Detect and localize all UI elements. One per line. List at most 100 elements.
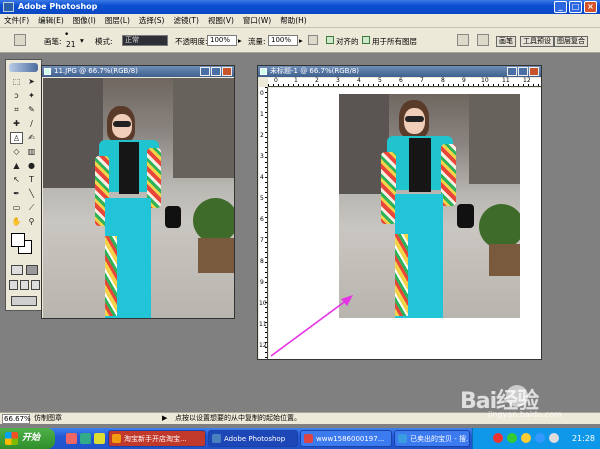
slice-tool-icon[interactable]: ✎ — [25, 104, 38, 116]
menu-layer[interactable]: 图层(L) — [105, 15, 130, 26]
quicklaunch-icon[interactable] — [66, 433, 77, 444]
pants-print — [395, 234, 408, 316]
ruler-v-label: 11 — [259, 321, 267, 328]
quick-mask-icon[interactable] — [26, 265, 38, 275]
tray-icon[interactable] — [535, 433, 545, 443]
flow-dropdown-icon[interactable]: ▸ — [299, 36, 303, 45]
blur-tool-icon[interactable]: ▲ — [10, 160, 23, 172]
dodge-tool-icon[interactable]: ● — [25, 160, 38, 172]
healing-brush-tool-icon[interactable]: ✚ — [10, 118, 23, 130]
crop-tool-icon[interactable]: ⌗ — [10, 104, 23, 116]
menu-image[interactable]: 图像(I) — [73, 15, 96, 26]
app-title-bar[interactable]: Adobe Photoshop _ □ × — [0, 0, 600, 14]
mode-select[interactable]: 正常 — [122, 35, 168, 46]
brush-dot-icon[interactable]: • — [64, 30, 69, 40]
status-arrow-icon[interactable]: ▶ — [162, 413, 167, 424]
windows-logo-icon — [5, 432, 18, 445]
gradient-tool-icon[interactable]: ▥ — [25, 146, 38, 158]
menu-help[interactable]: 帮助(H) — [280, 15, 307, 26]
foreground-color-swatch[interactable] — [11, 233, 25, 247]
quicklaunch-icon[interactable] — [94, 433, 105, 444]
horizontal-ruler[interactable]: 0 1 2 3 4 5 6 7 8 9 10 11 12 — [268, 78, 541, 87]
vertical-ruler[interactable]: 0 1 2 3 4 5 6 7 8 9 10 11 12 — [259, 87, 268, 359]
planter — [489, 244, 520, 276]
brush-size: 21 — [66, 40, 76, 49]
clock: 21:28 — [571, 434, 595, 443]
clone-stamp-preset-icon[interactable] — [14, 34, 26, 46]
close-button[interactable]: × — [584, 1, 597, 13]
screen-mode-standard-icon[interactable] — [9, 280, 18, 290]
tab-layer-comps[interactable]: 图层复合 — [554, 36, 588, 47]
source-photo-canvas[interactable] — [43, 78, 234, 318]
menu-view[interactable]: 视图(V) — [208, 15, 234, 26]
quicklaunch-icon[interactable] — [80, 433, 91, 444]
taskbar-item-browser[interactable]: www1586000197... — [300, 430, 392, 447]
taskbar-item-photoshop[interactable]: Adobe Photoshop — [208, 430, 298, 447]
taskbar-item-sold-items[interactable]: 已卖出的宝贝 - 搜... — [394, 430, 470, 447]
source-minimize-button[interactable] — [200, 67, 210, 76]
path-selection-tool-icon[interactable]: ↖ — [10, 174, 23, 186]
target-canvas[interactable] — [269, 88, 541, 359]
shrub — [479, 204, 520, 249]
notes-tool-icon[interactable]: ▭ — [10, 202, 23, 214]
pink-arrow-icon — [270, 295, 353, 357]
maximize-button[interactable]: □ — [569, 1, 582, 13]
menu-window[interactable]: 窗口(W) — [243, 15, 271, 26]
brush-dropdown-icon[interactable]: ▾ — [80, 36, 84, 45]
woman-figure — [95, 106, 185, 318]
taskbar-item-taobao[interactable]: 淘宝新手开店淘宝... — [108, 430, 206, 447]
standard-mode-icon[interactable] — [11, 265, 23, 275]
source-close-button[interactable] — [222, 67, 232, 76]
zoom-level-input[interactable]: 66.67% — [2, 414, 31, 424]
shrub — [193, 198, 234, 243]
hand-tool-icon[interactable]: ✋ — [10, 216, 23, 228]
ruler-v-label: 0 — [260, 90, 264, 97]
ruler-v-label: 2 — [260, 132, 264, 139]
start-button[interactable]: 开始 — [0, 428, 55, 449]
file-browser-icon[interactable] — [457, 34, 469, 46]
volume-icon[interactable] — [549, 433, 559, 443]
aligned-checkbox[interactable] — [326, 36, 334, 44]
zoom-tool-icon[interactable]: ⚲ — [25, 216, 38, 228]
jump-to-imageready-icon[interactable] — [11, 296, 37, 306]
history-brush-tool-icon[interactable]: ✍ — [25, 132, 38, 144]
ruler-v-label: 6 — [260, 216, 264, 223]
minimize-button[interactable]: _ — [554, 1, 567, 13]
pen-tool-icon[interactable]: ✒ — [10, 188, 23, 200]
source-document-titlebar[interactable]: 11.JPG @ 66.7%(RGB/8) — [42, 66, 234, 77]
menu-filter[interactable]: 滤镜(T) — [174, 15, 199, 26]
ruler-h-label: 5 — [378, 77, 382, 84]
magic-wand-tool-icon[interactable]: ✦ — [25, 90, 38, 102]
menu-select[interactable]: 选择(S) — [139, 15, 165, 26]
line-tool-icon[interactable]: ╲ — [25, 188, 38, 200]
target-close-button[interactable] — [529, 67, 539, 76]
move-tool-icon[interactable]: ➤ — [25, 76, 38, 88]
type-tool-icon[interactable]: T — [25, 174, 38, 186]
eyedropper-tool-icon[interactable]: ⟋ — [25, 202, 38, 214]
opacity-input[interactable]: 100% — [207, 35, 237, 46]
palette-well-icon[interactable] — [477, 34, 489, 46]
tray-icon[interactable] — [521, 433, 531, 443]
all-layers-checkbox[interactable] — [362, 36, 370, 44]
target-maximize-button[interactable] — [518, 67, 528, 76]
marquee-tool-icon[interactable]: ⬚ — [10, 76, 23, 88]
brush-tool-icon[interactable]: ∕ — [25, 118, 38, 130]
menu-edit[interactable]: 编辑(E) — [38, 15, 64, 26]
start-label: 开始 — [22, 433, 41, 443]
tray-icon[interactable] — [493, 433, 503, 443]
source-maximize-button[interactable] — [211, 67, 221, 76]
lasso-tool-icon[interactable]: ↄ — [10, 90, 23, 102]
screen-mode-menu-icon[interactable] — [20, 280, 29, 290]
clone-stamp-tool-icon[interactable]: ♙ — [10, 132, 23, 144]
opacity-dropdown-icon[interactable]: ▸ — [238, 36, 242, 45]
flow-input[interactable]: 100% — [268, 35, 298, 46]
airbrush-icon[interactable] — [308, 35, 318, 45]
screen-mode-full-icon[interactable] — [31, 280, 40, 290]
eraser-tool-icon[interactable]: ◇ — [10, 146, 23, 158]
tab-tool-presets[interactable]: 工具预设 — [520, 36, 554, 47]
target-document-titlebar[interactable]: 未标题-1 @ 66.7%(RGB/8) — [258, 66, 541, 77]
target-minimize-button[interactable] — [507, 67, 517, 76]
tab-brushes[interactable]: 画笔 — [496, 36, 516, 47]
tray-icon[interactable] — [507, 433, 517, 443]
menu-file[interactable]: 文件(F) — [4, 15, 29, 26]
